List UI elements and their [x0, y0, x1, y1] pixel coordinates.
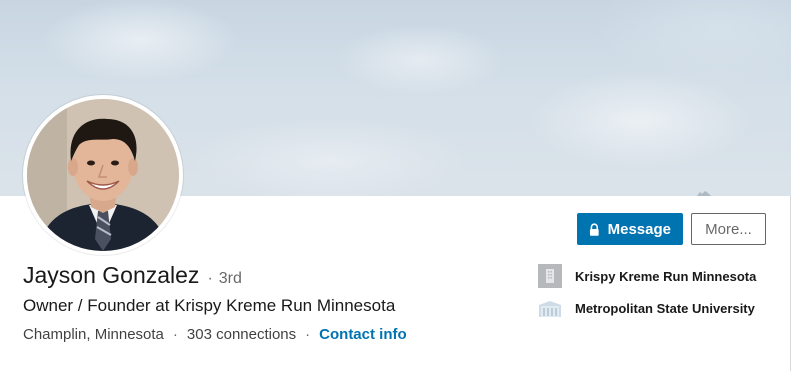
- message-button[interactable]: Message: [577, 213, 683, 245]
- more-button-label: More...: [705, 220, 752, 238]
- avatar-photo: [27, 99, 179, 251]
- name-row: Jayson Gonzalez · 3rd: [23, 262, 242, 289]
- connection-degree: · 3rd: [207, 270, 241, 288]
- profile-actions: Message More...: [577, 213, 766, 245]
- organization-name: Metropolitan State University: [575, 300, 755, 316]
- profile-location: Champlin, Minnesota: [23, 326, 164, 343]
- connections-count[interactable]: 303 connections: [187, 326, 296, 343]
- profile-meta: Champlin, Minnesota · 303 connections · …: [23, 326, 407, 343]
- organization-name: Krispy Kreme Run Minnesota: [575, 268, 757, 284]
- contact-info-link[interactable]: Contact info: [319, 326, 407, 343]
- cover-tree-silhouette: [697, 191, 711, 196]
- meta-separator: ·: [172, 326, 178, 343]
- profile-card: Message More... Jayson Gonzalez · 3rd Own…: [0, 0, 791, 371]
- meta-separator: ·: [305, 326, 311, 343]
- profile-avatar[interactable]: [23, 95, 183, 255]
- message-button-label: Message: [607, 220, 671, 238]
- school-icon: [539, 301, 561, 317]
- company-building-icon: [538, 264, 562, 288]
- organizations-list: Krispy Kreme Run Minnesota Metropolitan …: [538, 264, 756, 328]
- more-button[interactable]: More...: [691, 213, 766, 245]
- profile-name: Jayson Gonzalez: [23, 262, 200, 288]
- profile-headline: Owner / Founder at Krispy Kreme Run Minn…: [23, 296, 396, 315]
- organization-company[interactable]: Krispy Kreme Run Minnesota: [538, 264, 756, 288]
- organization-school[interactable]: Metropolitan State University: [538, 296, 756, 320]
- degree-label: 3rd: [218, 270, 242, 287]
- lock-icon: [589, 222, 599, 236]
- degree-separator: ·: [207, 270, 213, 287]
